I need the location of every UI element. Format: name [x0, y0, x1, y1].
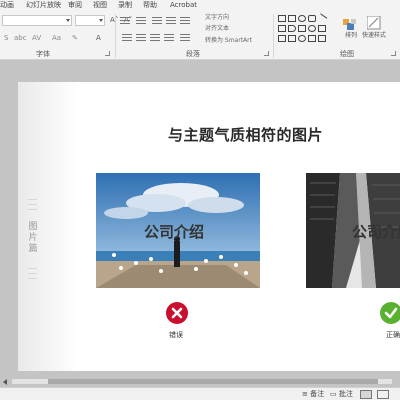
wrong-status-label: 错误 [169, 331, 183, 339]
increase-indent-icon[interactable] [166, 17, 176, 25]
group-label-paragraph: 段落 [186, 50, 200, 58]
notes-icon: ≡ [302, 390, 311, 398]
tab-animations[interactable]: 动画 [0, 0, 14, 10]
font-dialog-launcher-icon[interactable] [105, 51, 110, 56]
chevron-down-icon [66, 19, 70, 22]
bullets-icon[interactable] [120, 17, 130, 25]
side-section-label: 图 片 篇 [28, 222, 38, 254]
tab-review[interactable]: 审阅 [68, 0, 82, 10]
oval-shape-icon[interactable] [298, 15, 306, 22]
photo-caption: 公司介绍 [352, 223, 400, 241]
char-spacing-icon[interactable]: AV [32, 34, 41, 43]
change-case-icon[interactable]: Aa [52, 34, 61, 43]
arrange-button[interactable]: 排列 [345, 32, 357, 40]
side-divider [28, 209, 37, 210]
justify-icon[interactable] [164, 34, 174, 42]
comments-button[interactable]: ▭ 批注 [330, 390, 353, 399]
group-label-font: 字体 [36, 50, 50, 58]
columns-icon[interactable] [180, 34, 190, 42]
side-divider [28, 273, 37, 274]
status-bar: ≡ 备注 ▭ 批注 [0, 387, 400, 400]
seaside-photo[interactable]: 公司介绍 [96, 173, 260, 288]
align-text-button[interactable]: 对齐文本 [205, 25, 229, 33]
rectangle-shape-icon[interactable] [288, 15, 296, 22]
side-divider [28, 199, 37, 200]
tab-record[interactable]: 录制 [118, 0, 132, 10]
arrow-shape-icon[interactable] [278, 25, 286, 32]
font-name-combo[interactable] [2, 15, 72, 26]
correct-status-circle [380, 302, 400, 324]
notes-button[interactable]: ≡ 备注 [302, 390, 324, 399]
line-shape-icon[interactable] [316, 13, 328, 24]
circle-shape-icon[interactable] [308, 25, 316, 32]
side-divider [28, 268, 37, 269]
convert-smartart-button[interactable]: 转换为 SmartArt [205, 37, 252, 45]
tab-view[interactable]: 视图 [93, 0, 107, 10]
slide-canvas[interactable]: 图 片 篇 与主题气质相符的图片 公司介绍 公司介 错误 正确 [18, 82, 400, 371]
menu-bar: 动画 幻灯片放映 审阅 视图 录制 帮助 Acrobat [0, 0, 400, 10]
tab-acrobat[interactable]: Acrobat [170, 0, 197, 10]
wrong-status-circle [166, 302, 188, 324]
font-size-combo[interactable] [75, 15, 105, 26]
quick-styles-icon[interactable] [366, 15, 381, 30]
freeform-shape-icon[interactable] [318, 35, 326, 42]
rounded-rect-shape-icon[interactable] [308, 15, 316, 22]
triangle-shape-icon[interactable] [298, 25, 306, 32]
group-label-drawing: 绘图 [340, 50, 354, 58]
pie-shape-icon[interactable] [298, 35, 306, 42]
shadow-icon[interactable]: abc [14, 34, 27, 43]
scroll-left-arrow-icon[interactable] [3, 379, 7, 385]
ribbon: A˄ A˅ S abc AV Aa ✎ A 字体 文字方向 对齐文本 转换为 S… [0, 10, 400, 60]
numbering-icon[interactable] [136, 17, 146, 25]
align-left-icon[interactable] [122, 34, 132, 42]
quick-styles-icon-svg [366, 15, 381, 30]
side-divider [28, 278, 37, 279]
group-separator [115, 14, 116, 58]
quick-styles-button[interactable]: 快速样式 [362, 32, 386, 40]
scroll-thumb[interactable] [48, 379, 378, 384]
arrange-icon[interactable] [343, 16, 357, 30]
decrease-indent-icon[interactable] [152, 17, 162, 25]
comments-label: 批注 [338, 390, 353, 398]
bracket-shape-icon[interactable] [288, 35, 296, 42]
comment-icon: ▭ [330, 390, 339, 398]
chevron-down-icon [99, 19, 103, 22]
slide-title[interactable]: 与主题气质相符的图片 [168, 124, 323, 145]
tab-slideshow[interactable]: 幻灯片放映 [26, 0, 61, 10]
slide-editing-area: 图 片 篇 与主题气质相符的图片 公司介绍 公司介 错误 正确 [0, 61, 400, 382]
align-center-icon[interactable] [136, 34, 146, 42]
strikethrough-icon[interactable]: S [4, 34, 8, 43]
align-right-icon[interactable] [150, 34, 160, 42]
normal-view-icon[interactable] [360, 390, 372, 399]
highlight-icon[interactable]: ✎ [72, 34, 78, 43]
callout-shape-icon[interactable] [288, 25, 296, 32]
x-mark-icon [166, 302, 188, 324]
font-color-icon[interactable]: A [96, 34, 101, 43]
star-shape-icon[interactable] [318, 25, 326, 32]
checkmark-icon [380, 302, 400, 324]
curve-shape-icon[interactable] [308, 35, 316, 42]
horizontal-scrollbar[interactable] [0, 377, 400, 386]
arrange-icon-svg [343, 19, 356, 30]
drawing-dialog-launcher-icon[interactable] [391, 51, 396, 56]
side-divider [28, 204, 37, 205]
correct-status-label: 正确 [386, 331, 400, 339]
paragraph-dialog-launcher-icon[interactable] [264, 51, 269, 56]
notes-label: 备注 [310, 390, 325, 398]
buildings-photo[interactable]: 公司介绍 [306, 173, 400, 288]
text-direction-button[interactable]: 文字方向 [205, 14, 229, 22]
textbox-shape-icon[interactable] [278, 15, 286, 22]
photo-caption: 公司介绍 [144, 223, 205, 241]
tab-help[interactable]: 帮助 [143, 0, 157, 10]
slide-sorter-view-icon[interactable] [377, 390, 389, 399]
brace-shape-icon[interactable] [278, 35, 286, 42]
group-separator [273, 14, 274, 58]
line-spacing-icon[interactable] [180, 17, 190, 25]
